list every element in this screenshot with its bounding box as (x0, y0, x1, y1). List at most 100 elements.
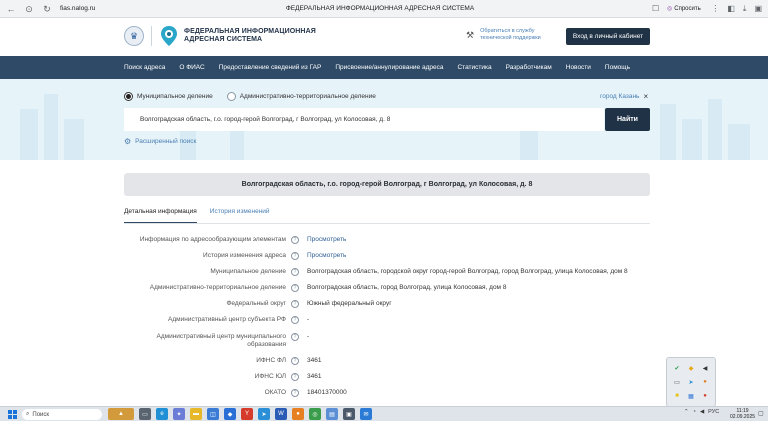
nav-item-developers[interactable]: Разработчикам (506, 64, 552, 71)
system-tray: ⌃ ◔ ◀ РУС (684, 409, 719, 415)
support-line-2: технической поддержки (480, 35, 541, 41)
nav-item-statistics[interactable]: Статистика (457, 64, 491, 71)
browser-toolbar: ← ⊙ ↻ fias.nalog.ru ФЕДЕРАЛЬНАЯ ИНФОРМАЦ… (0, 0, 768, 18)
city-filter[interactable]: город Казань × (600, 93, 648, 101)
file-explorer-icon[interactable]: ▬ (190, 408, 202, 420)
logo-divider (151, 26, 152, 46)
taskbar-app-icon[interactable]: ▣ (343, 408, 355, 420)
help-icon[interactable]: ? (291, 268, 299, 276)
chevron-up-icon[interactable]: ⌃ (684, 409, 689, 415)
downloads-icon[interactable]: ⤓ (743, 3, 747, 15)
detail-value: Южный федеральный округ (307, 300, 392, 307)
tray-app-icon[interactable]: ▦ (684, 389, 698, 403)
tray-app-icon[interactable]: ◆ (684, 361, 698, 375)
taskbar-app-icon[interactable]: ◆ (224, 408, 236, 420)
city-filter-label: город Казань (600, 93, 640, 100)
tray-app-icon[interactable]: ● (698, 389, 712, 403)
nav-item-news[interactable]: Новости (566, 64, 591, 71)
help-icon[interactable]: ? (291, 357, 299, 365)
help-icon[interactable]: ? (291, 252, 299, 260)
tray-app-icon[interactable]: ● (698, 375, 712, 389)
close-icon[interactable]: × (643, 93, 648, 101)
admin-radio-label[interactable]: Административно-территориальное деление (240, 93, 376, 100)
sidebar-icon[interactable]: ▣ (754, 3, 762, 15)
word-icon[interactable]: W (275, 408, 287, 420)
edge-icon[interactable]: e (156, 408, 168, 420)
tray-telegram-icon[interactable]: ➤ (684, 375, 698, 389)
detail-row: Административно-территориальное деление … (124, 284, 650, 300)
nav-item-address-search[interactable]: Поиск адреса (124, 64, 165, 71)
tray-app-icon[interactable]: ■ (670, 389, 684, 403)
task-view-icon[interactable]: ▭ (139, 408, 151, 420)
tray-app-icon[interactable]: ▭ (670, 375, 684, 389)
detail-value: 18401370000 (307, 389, 347, 396)
more-icon[interactable]: ⋮ (711, 3, 719, 15)
tray-overflow-popup: ✔ ◆ ◀ ▭ ➤ ● ■ ▦ ● (666, 357, 716, 407)
detail-row: Муниципальное деление ? Волгоградская об… (124, 268, 650, 284)
tab-details[interactable]: Детальная информация (124, 208, 197, 223)
bookmark-icon[interactable]: ☐ (652, 3, 659, 15)
advanced-search-link[interactable]: ⚙ Расширенный поиск (124, 137, 196, 146)
help-icon[interactable]: ? (291, 333, 299, 341)
copilot-icon[interactable]: ✦ (173, 408, 185, 420)
clock-date: 02.09.2025 (730, 414, 756, 420)
nav-item-gar-data[interactable]: Предоставление сведений из ГАР (219, 64, 322, 71)
help-icon[interactable]: ? (291, 373, 299, 381)
municipal-radio[interactable] (124, 92, 133, 101)
login-cabinet-button[interactable]: Вход в личный кабинет (566, 28, 650, 45)
taskbar-app-icon[interactable]: ● (292, 408, 304, 420)
tab-history[interactable]: История изменений (210, 208, 270, 223)
yandex-browser-icon[interactable]: Y (241, 408, 253, 420)
detail-row: ИФНС ФЛ ? 3461 (124, 357, 650, 373)
help-icon[interactable]: ? (291, 236, 299, 244)
detail-row: Административный центр субъекта РФ ? - (124, 316, 650, 333)
tray-app-icon[interactable]: ✔ (670, 361, 684, 375)
windows-start-icon[interactable] (8, 410, 17, 419)
volume-icon[interactable]: ◀ (700, 409, 704, 415)
nav-item-address-assignment[interactable]: Присвоение/аннулирование адреса (335, 64, 443, 71)
help-icon[interactable]: ? (291, 389, 299, 397)
chrome-icon[interactable]: ◎ (309, 408, 321, 420)
store-icon[interactable]: ◫ (207, 408, 219, 420)
help-icon[interactable]: ? (291, 316, 299, 324)
view-address-elements-link[interactable]: Просмотреть (307, 236, 346, 244)
windows-taskbar: ⌕ Поиск ▲ ▭ e ✦ ▬ ◫ ◆ Y ➤ W ● ◎ ▤ ▣ ✉ ⌃ … (0, 406, 768, 421)
fias-logo-icon[interactable] (160, 25, 178, 47)
view-address-history-link[interactable]: Просмотреть (307, 252, 346, 260)
search-mode-selector: Муниципальное деление Административно-те… (124, 92, 390, 101)
network-icon[interactable]: ◔ (693, 409, 696, 415)
taskbar-widget-icon[interactable]: ▲ (108, 408, 134, 420)
telegram-icon[interactable]: ➤ (258, 408, 270, 420)
taskbar-search-label: Поиск (32, 411, 50, 418)
taskbar-app-icon[interactable]: ✉ (360, 408, 372, 420)
fns-emblem-icon: ♛ (124, 26, 144, 46)
admin-radio[interactable] (226, 92, 236, 101)
help-icon[interactable]: ? (291, 284, 299, 292)
address-search-input[interactable] (124, 108, 604, 131)
system-clock[interactable]: 11:19 02.09.2025 (730, 408, 755, 420)
reload-icon[interactable]: ↻ (40, 2, 54, 16)
support-link[interactable]: ⚒ Обратиться в службу технической поддер… (466, 28, 541, 42)
help-icon[interactable]: ? (291, 300, 299, 308)
site-logo-text[interactable]: ФЕДЕРАЛЬНАЯ ИНФОРМАЦИОННАЯ АДРЕСНАЯ СИСТ… (184, 28, 316, 44)
notifications-icon[interactable]: ▢ (758, 410, 764, 417)
municipal-radio-label[interactable]: Муниципальное деление (137, 93, 213, 100)
address-bar[interactable]: fias.nalog.ru (60, 3, 95, 15)
result-address-title: Волгоградская область, г.о. город-герой … (124, 173, 650, 196)
ask-label: Спросить (674, 6, 701, 12)
language-indicator[interactable]: РУС (708, 409, 719, 415)
ask-button[interactable]: ◎ Спросить (667, 3, 701, 15)
site-info-icon[interactable]: ⊙ (22, 2, 36, 16)
tray-speaker-icon[interactable]: ◀ (698, 361, 712, 375)
result-tabs: Детальная информация История изменений (124, 208, 650, 224)
back-icon[interactable]: ← (4, 2, 18, 16)
extensions-icon[interactable]: ◧ (727, 3, 735, 15)
nav-item-help[interactable]: Помощь (605, 64, 630, 71)
detail-label: Административно-территориальное деление (149, 284, 286, 291)
search-button[interactable]: Найти (605, 108, 650, 131)
nav-item-about[interactable]: О ФИАС (179, 64, 204, 71)
detail-row: Федеральный округ ? Южный федеральный ок… (124, 300, 650, 316)
taskbar-app-icon[interactable]: ▤ (326, 408, 338, 420)
detail-row: Административный центр муниципального об… (124, 333, 650, 357)
taskbar-search[interactable]: ⌕ Поиск (22, 409, 102, 420)
